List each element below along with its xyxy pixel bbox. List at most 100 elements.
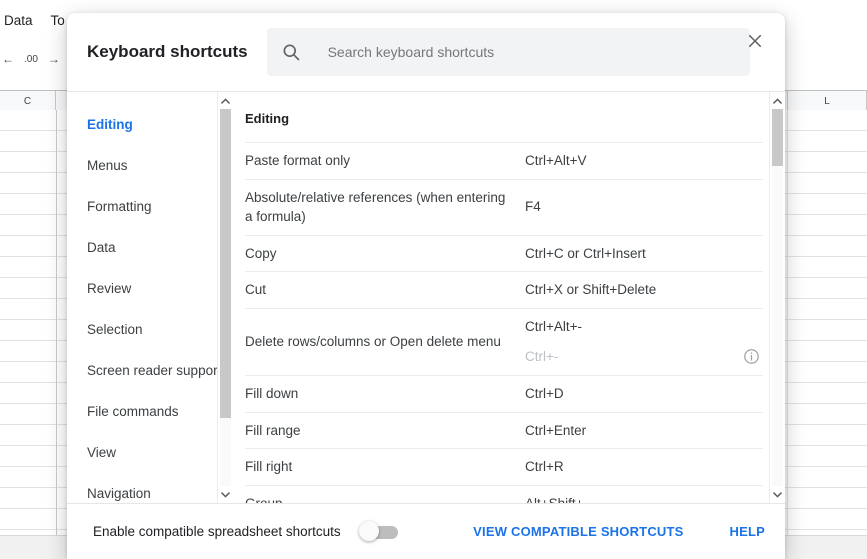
sidebar-item-editing[interactable]: Editing <box>87 104 233 145</box>
shortcut-description: Absolute/relative references (when enter… <box>245 189 506 225</box>
sidebar-scroll-thumb[interactable] <box>220 109 231 419</box>
sidebar-scrollbar[interactable] <box>217 92 233 503</box>
scroll-up-icon[interactable] <box>217 92 233 109</box>
shortcut-keys-primary: Ctrl+Alt+V <box>525 153 587 168</box>
sidebar-item-label: Formatting <box>87 199 152 214</box>
sidebar: Editing Menus Formatting Data Review Selectio… <box>67 92 233 503</box>
content-scrollbar[interactable] <box>769 92 785 503</box>
toggle-knob <box>358 521 379 541</box>
sidebar-item-label: Editing <box>87 117 133 132</box>
shortcut-info-slot <box>739 244 763 264</box>
shortcut-keys-primary: Alt+Shift+→ <box>525 496 597 503</box>
shortcut-keys: Ctrl+Alt+- Ctrl+- <box>525 317 739 367</box>
shortcut-description: Fill right <box>245 459 293 475</box>
shortcut-row: Fill range Ctrl+Enter <box>245 411 763 449</box>
shortcut-keys-primary: Ctrl+D <box>525 385 564 401</box>
sidebar-item-label: View <box>87 445 117 460</box>
shortcut-keys-primary: Ctrl+Enter <box>525 422 587 438</box>
sidebar-item-selection[interactable]: Selection <box>87 309 233 350</box>
shortcut-description: Copy <box>245 245 277 261</box>
shortcut-info-slot <box>739 384 763 404</box>
shortcut-description: Fill down <box>245 385 299 401</box>
shortcut-description: Paste format only <box>245 153 351 168</box>
menu-item-tools[interactable]: To <box>51 13 65 28</box>
shortcut-info-slot <box>739 188 763 227</box>
dialog-footer: Enable compatible spreadsheet shortcuts … <box>67 503 785 559</box>
sidebar-item-label: Navigation <box>87 486 151 501</box>
shortcut-keys: Ctrl+Enter <box>525 421 739 441</box>
keyboard-shortcuts-dialog: Keyboard shortcuts Editing Menus Formattin… <box>67 13 785 559</box>
search-input[interactable] <box>325 28 736 76</box>
sidebar-item-menus[interactable]: Menus <box>87 145 233 186</box>
shortcut-info-slot <box>739 494 763 503</box>
sidebar-item-label: Menus <box>87 158 128 173</box>
scroll-down-icon[interactable] <box>217 486 233 503</box>
search-box[interactable] <box>266 28 750 76</box>
shortcut-keys: Ctrl+R <box>525 457 739 477</box>
shortcut-keys: Ctrl+D <box>525 384 739 404</box>
sidebar-item-navigation[interactable]: Navigation <box>87 473 233 503</box>
dialog-header: Keyboard shortcuts <box>67 13 785 92</box>
shortcut-info-slot <box>739 280 763 300</box>
shortcut-info-slot <box>739 421 763 441</box>
shortcut-keys-primary: F4 <box>525 199 541 215</box>
content-scroll-track[interactable] <box>772 109 783 486</box>
content-scroll-thumb[interactable] <box>772 109 783 166</box>
scroll-down-icon[interactable] <box>769 486 785 503</box>
search-icon <box>281 42 301 62</box>
close-icon[interactable] <box>739 25 771 57</box>
shortcut-description: Fill range <box>245 422 301 438</box>
compatible-shortcuts-toggle[interactable] <box>358 521 399 541</box>
shortcut-description: Group <box>245 494 525 503</box>
sidebar-item-file-commands[interactable]: File commands <box>87 391 233 432</box>
scroll-up-icon[interactable] <box>769 92 785 109</box>
info-icon[interactable] <box>743 348 760 365</box>
compatible-shortcuts-label: Enable compatible spreadsheet shortcuts <box>93 524 341 539</box>
shortcut-keys-primary: Ctrl+R <box>525 459 564 475</box>
shortcut-info-slot <box>739 457 763 477</box>
shortcut-info-slot <box>739 151 763 171</box>
sidebar-item-screen-reader-support[interactable]: Screen reader support <box>87 350 233 391</box>
dialog-body: Editing Menus Formatting Data Review Selectio… <box>67 92 785 503</box>
decimal-increase-arrow-icon[interactable]: → <box>48 52 60 66</box>
shortcut-row: Paste format only Ctrl+Alt+V <box>245 142 763 179</box>
shortcut-keys-primary: Ctrl+Alt+- <box>525 318 583 334</box>
shortcut-row: GroupAlt+Shift+→ <box>245 484 763 503</box>
sidebar-item-label: Screen reader support <box>87 363 222 378</box>
sidebar-item-label: Data <box>87 240 116 255</box>
sidebar-item-label: Review <box>87 281 132 296</box>
shortcut-row: Absolute/relative references (when enter… <box>245 178 763 235</box>
menu-item-data[interactable]: Data <box>4 13 33 28</box>
shortcut-keys-alternate: Ctrl+- <box>525 349 559 365</box>
shortcut-keys: Ctrl+Alt+V <box>525 151 739 171</box>
shortcut-row: Fill right Ctrl+R <box>245 448 763 485</box>
sidebar-item-label: File commands <box>87 404 179 419</box>
shortcut-row: Delete rows/columns or Open delete menu C… <box>245 307 763 375</box>
shortcut-info-slot <box>739 317 763 367</box>
shortcut-description: Delete rows/columns or Open delete menu <box>245 334 501 350</box>
shortcut-keys-primary: Ctrl+X or Shift+Delete <box>525 282 657 298</box>
decimal-increase-icon[interactable]: .00 <box>24 54 38 65</box>
sidebar-item-view[interactable]: View <box>87 432 233 473</box>
sidebar-item-data[interactable]: Data <box>87 227 233 268</box>
sidebar-scroll-track[interactable] <box>220 109 231 486</box>
shortcut-row: Copy Ctrl+C or Ctrl+Insert <box>245 234 763 272</box>
help-link[interactable]: HELP <box>730 524 765 539</box>
sidebar-item-review[interactable]: Review <box>87 268 233 309</box>
view-compatible-shortcuts-link[interactable]: VIEW COMPATIBLE SHORTCUTS <box>473 524 683 539</box>
shortcut-keys-primary: Ctrl+C or Ctrl+Insert <box>525 245 646 261</box>
decimal-decrease-icon[interactable]: ← <box>2 52 14 66</box>
shortcut-row: Cut Ctrl+X or Shift+Delete <box>245 271 763 308</box>
shortcut-description: Cut <box>245 282 267 298</box>
shortcut-keys: F4 <box>525 197 739 217</box>
sidebar-item-formatting[interactable]: Formatting <box>87 186 233 227</box>
column-header-l[interactable]: L <box>788 91 867 111</box>
decimal-places-label: .00 <box>24 53 38 65</box>
shortcuts-panel: Editing Paste format only Ctrl+Alt+V Absol… <box>233 92 785 503</box>
shortcut-keys: Alt+Shift+→ <box>525 494 739 503</box>
dialog-title: Keyboard shortcuts <box>87 42 248 61</box>
shortcut-row: Fill down Ctrl+D <box>245 374 763 412</box>
grid-column-divider <box>787 110 788 535</box>
grid-column-divider <box>56 110 57 535</box>
column-header-c[interactable]: C <box>0 91 56 111</box>
